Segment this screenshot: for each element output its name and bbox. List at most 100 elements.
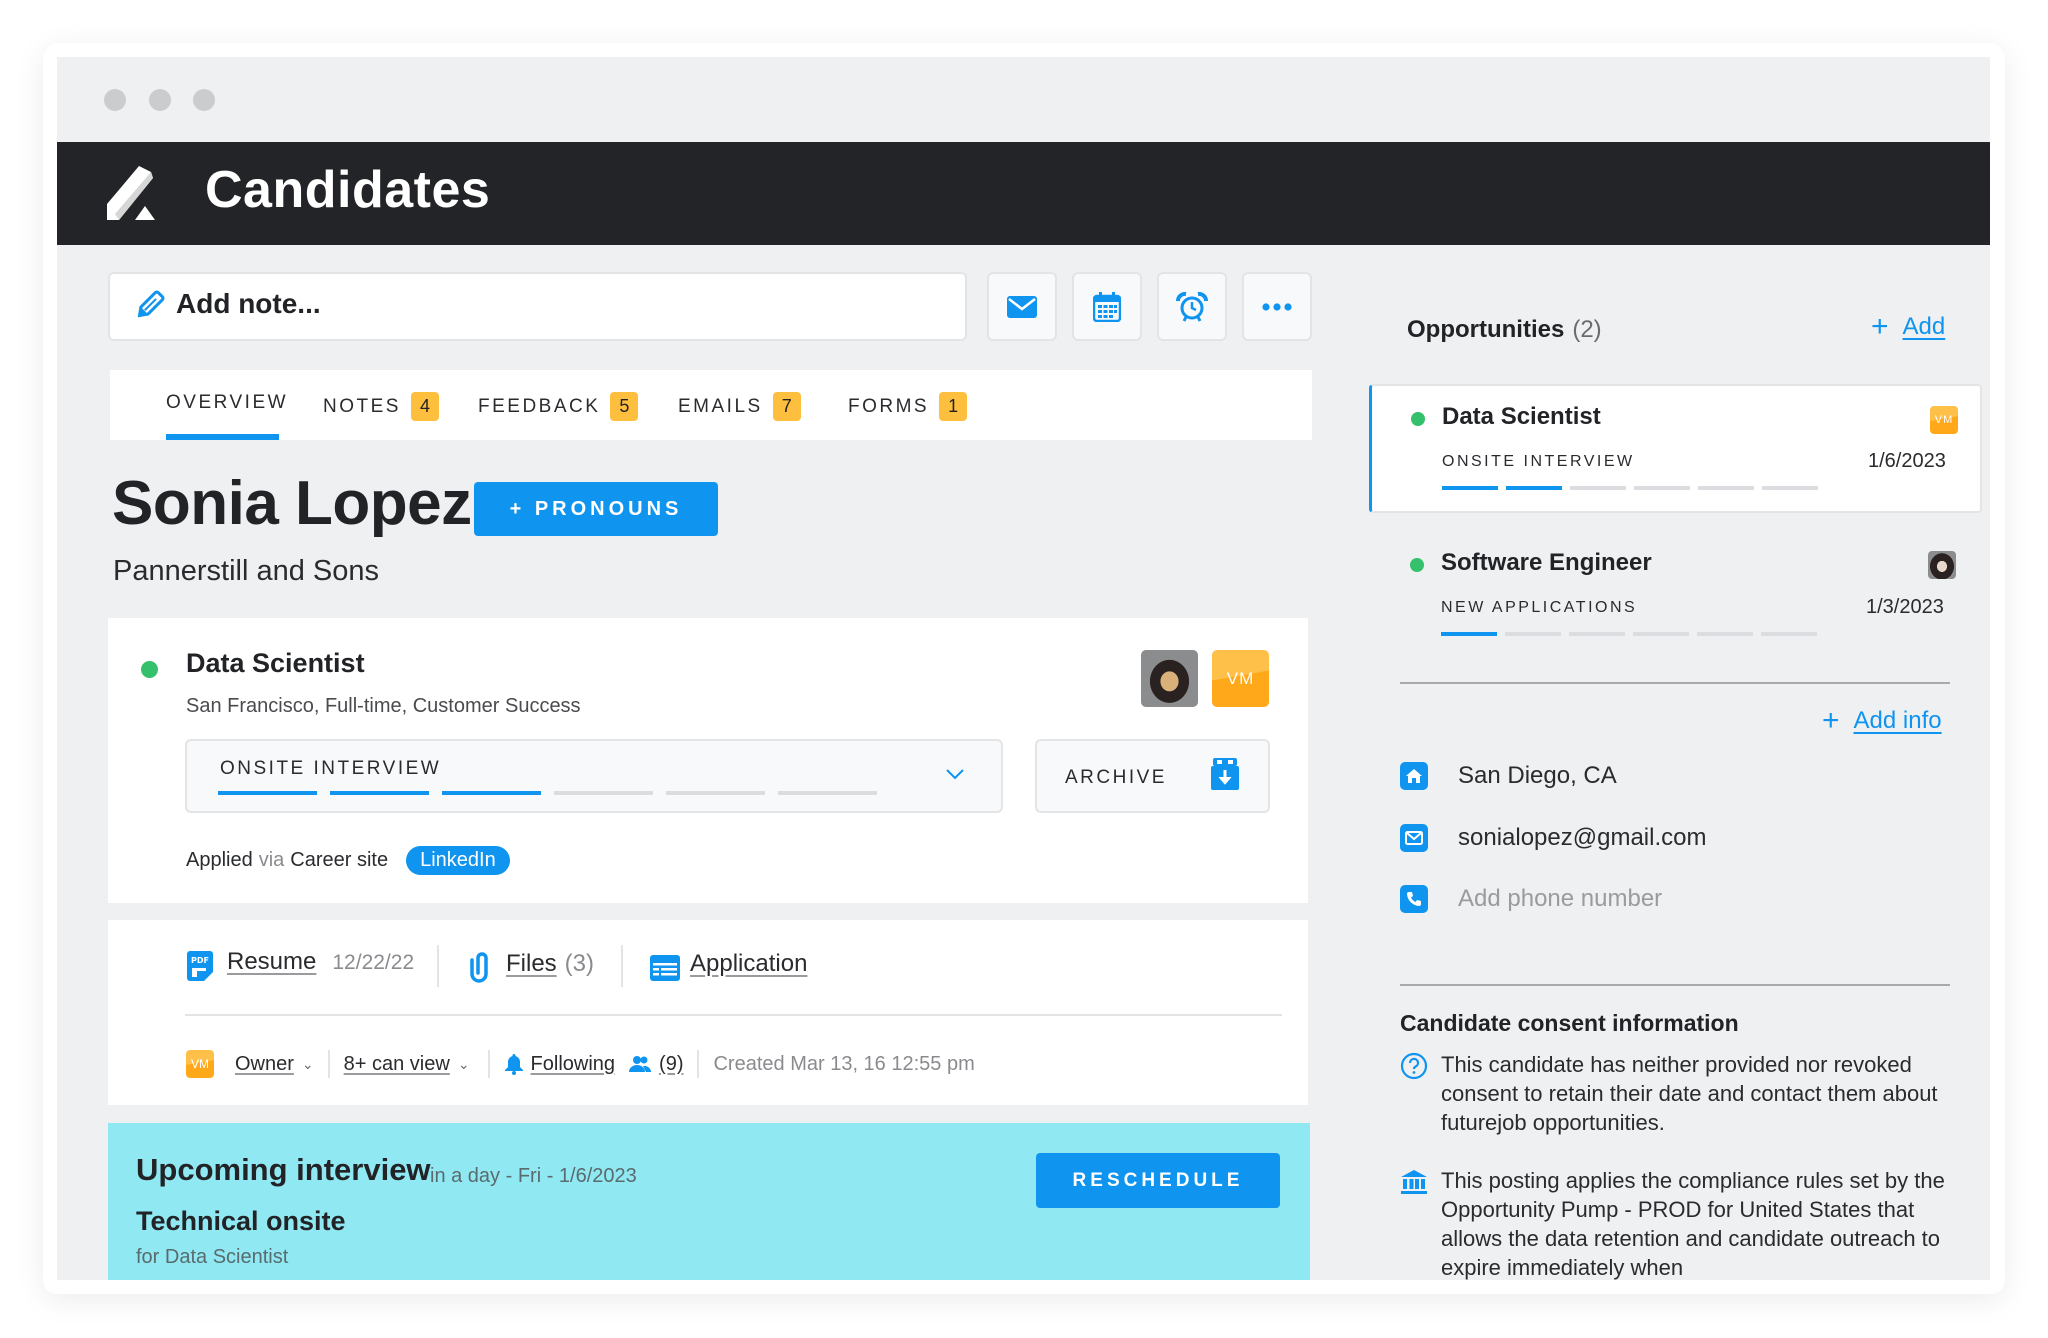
- divider: [437, 945, 439, 987]
- progress-segment-pending: [1633, 632, 1689, 636]
- contact-location: San Diego, CA: [1400, 762, 1617, 790]
- active-status-dot: [1410, 558, 1424, 572]
- phone-icon: [1400, 885, 1428, 913]
- chevron-down-icon: [946, 769, 964, 780]
- tab-feedback[interactable]: FEEDBACK 5: [478, 392, 639, 421]
- divider: [697, 1050, 700, 1078]
- progress-segment-complete: [1506, 486, 1562, 490]
- page-title: Candidates: [205, 161, 491, 219]
- source-label: Career site: [290, 849, 389, 871]
- more-options-button[interactable]: [1242, 272, 1312, 341]
- email-text[interactable]: sonialopez@gmail.com: [1458, 824, 1706, 852]
- window-frame-bottom: [43, 1280, 2005, 1294]
- add-pronouns-button[interactable]: + PRONOUNS: [474, 482, 718, 536]
- followers-link[interactable]: (9): [659, 1053, 683, 1076]
- add-phone-input[interactable]: Add phone number: [1458, 885, 1662, 913]
- opportunities-title: Opportunities: [1407, 316, 1565, 343]
- pencil-logo-icon: [107, 166, 155, 220]
- ownership-row: VM Owner ⌄ 8+ can view ⌄ Following (9) C…: [186, 1050, 975, 1078]
- owner-dropdown[interactable]: Owner: [235, 1053, 294, 1076]
- hiring-manager-avatar[interactable]: [1141, 650, 1198, 707]
- opportunity-date: 1/3/2023: [1866, 596, 1944, 618]
- home-icon: [1400, 762, 1428, 790]
- application-link[interactable]: Application: [690, 950, 807, 978]
- interview-name: Technical onsite: [136, 1206, 346, 1236]
- section-divider: [1400, 984, 1950, 986]
- tab-label: NOTES: [323, 395, 401, 417]
- tab-forms[interactable]: FORMS 1: [848, 392, 968, 421]
- job-details: San Francisco, Full-time, Customer Succe…: [186, 695, 581, 717]
- resume-link[interactable]: Resume: [227, 948, 316, 976]
- svg-text:PDF: PDF: [191, 956, 209, 965]
- active-status-dot: [141, 661, 158, 678]
- window-control-maximize[interactable]: [193, 89, 215, 111]
- add-info-label: Add info: [1853, 707, 1942, 734]
- window-control-close[interactable]: [104, 89, 126, 111]
- active-tab-indicator: [166, 434, 279, 440]
- progress-segment-pending: [1698, 486, 1754, 490]
- progress-segment-pending: [778, 791, 877, 795]
- following-toggle[interactable]: Following: [531, 1053, 615, 1076]
- add-opportunity-button[interactable]: + Add: [1871, 310, 1945, 344]
- count-badge: 7: [772, 392, 801, 421]
- source-tag[interactable]: LinkedIn: [406, 846, 510, 875]
- opportunity-date: 1/6/2023: [1868, 450, 1946, 472]
- divider: [487, 1050, 490, 1078]
- candidate-name: Sonia Lopez: [112, 469, 472, 538]
- bell-icon: [504, 1054, 523, 1075]
- tab-label: FEEDBACK: [478, 395, 601, 417]
- opportunity-stage: NEW APPLICATIONS: [1441, 599, 1638, 616]
- opportunity-owner-avatar: [1928, 551, 1956, 579]
- paperclip-icon: [470, 952, 488, 983]
- consent-heading: Candidate consent information: [1400, 1010, 1739, 1036]
- opportunity-owner-avatar: VM: [1930, 406, 1958, 434]
- progress-segment-complete: [442, 791, 541, 795]
- progress-segment-complete: [218, 791, 317, 795]
- tab-notes[interactable]: NOTES 4: [323, 392, 439, 421]
- via-label: via: [258, 849, 285, 871]
- envelope-icon: [1007, 295, 1037, 318]
- opportunity-title[interactable]: Software Engineer: [1441, 549, 1652, 577]
- add-info-button[interactable]: + Add info: [1822, 704, 1942, 738]
- institution-icon: [1401, 1170, 1427, 1194]
- reminder-button[interactable]: [1157, 272, 1227, 341]
- files-item: Files (3): [506, 950, 594, 978]
- progress-segment-pending: [1570, 486, 1626, 490]
- resume-item: Resume 12/22/22: [227, 948, 414, 976]
- tab-emails[interactable]: EMAILS 7: [678, 392, 801, 421]
- add-note-placeholder[interactable]: Add note...: [176, 288, 321, 320]
- section-divider: [1400, 682, 1950, 684]
- more-dots-icon: [1262, 302, 1292, 311]
- compliance-text: This posting applies the compliance rule…: [1441, 1168, 1945, 1280]
- contact-email: sonialopez@gmail.com: [1400, 824, 1706, 852]
- chevron-down-icon[interactable]: ⌄: [302, 1056, 314, 1073]
- schedule-button[interactable]: [1072, 272, 1142, 341]
- chevron-down-icon[interactable]: ⌄: [458, 1056, 470, 1073]
- followers-icon: [629, 1056, 652, 1072]
- files-link[interactable]: Files: [506, 950, 557, 978]
- progress-segment-pending: [1505, 632, 1561, 636]
- tab-label: EMAILS: [678, 395, 763, 417]
- tab-label: OVERVIEW: [166, 392, 289, 413]
- job-title[interactable]: Data Scientist: [186, 648, 365, 679]
- visibility-dropdown[interactable]: 8+ can view: [344, 1053, 450, 1076]
- application-source: Applied via Career site LinkedIn: [186, 846, 510, 875]
- progress-segment-pending: [1761, 632, 1817, 636]
- tab-overview[interactable]: OVERVIEW: [166, 392, 288, 414]
- pencil-icon: [137, 290, 165, 318]
- candidate-company: Pannerstill and Sons: [113, 555, 379, 587]
- interview-for: for Data Scientist: [136, 1246, 289, 1268]
- owner-avatar[interactable]: VM: [1212, 650, 1269, 707]
- divider: [327, 1050, 330, 1078]
- opportunities-count: (2): [1572, 316, 1602, 343]
- progress-segment-complete: [330, 791, 429, 795]
- tab-label: FORMS: [848, 395, 930, 417]
- progress-segment-complete: [1442, 486, 1498, 490]
- question-circle-icon: [1400, 1052, 1428, 1080]
- window-control-minimize[interactable]: [149, 89, 171, 111]
- progress-segment-pending: [1762, 486, 1818, 490]
- stage-label: ONSITE INTERVIEW: [220, 758, 442, 779]
- location-text: San Diego, CA: [1458, 762, 1617, 789]
- email-button[interactable]: [987, 272, 1057, 341]
- reschedule-button[interactable]: RESCHEDULE: [1036, 1153, 1280, 1208]
